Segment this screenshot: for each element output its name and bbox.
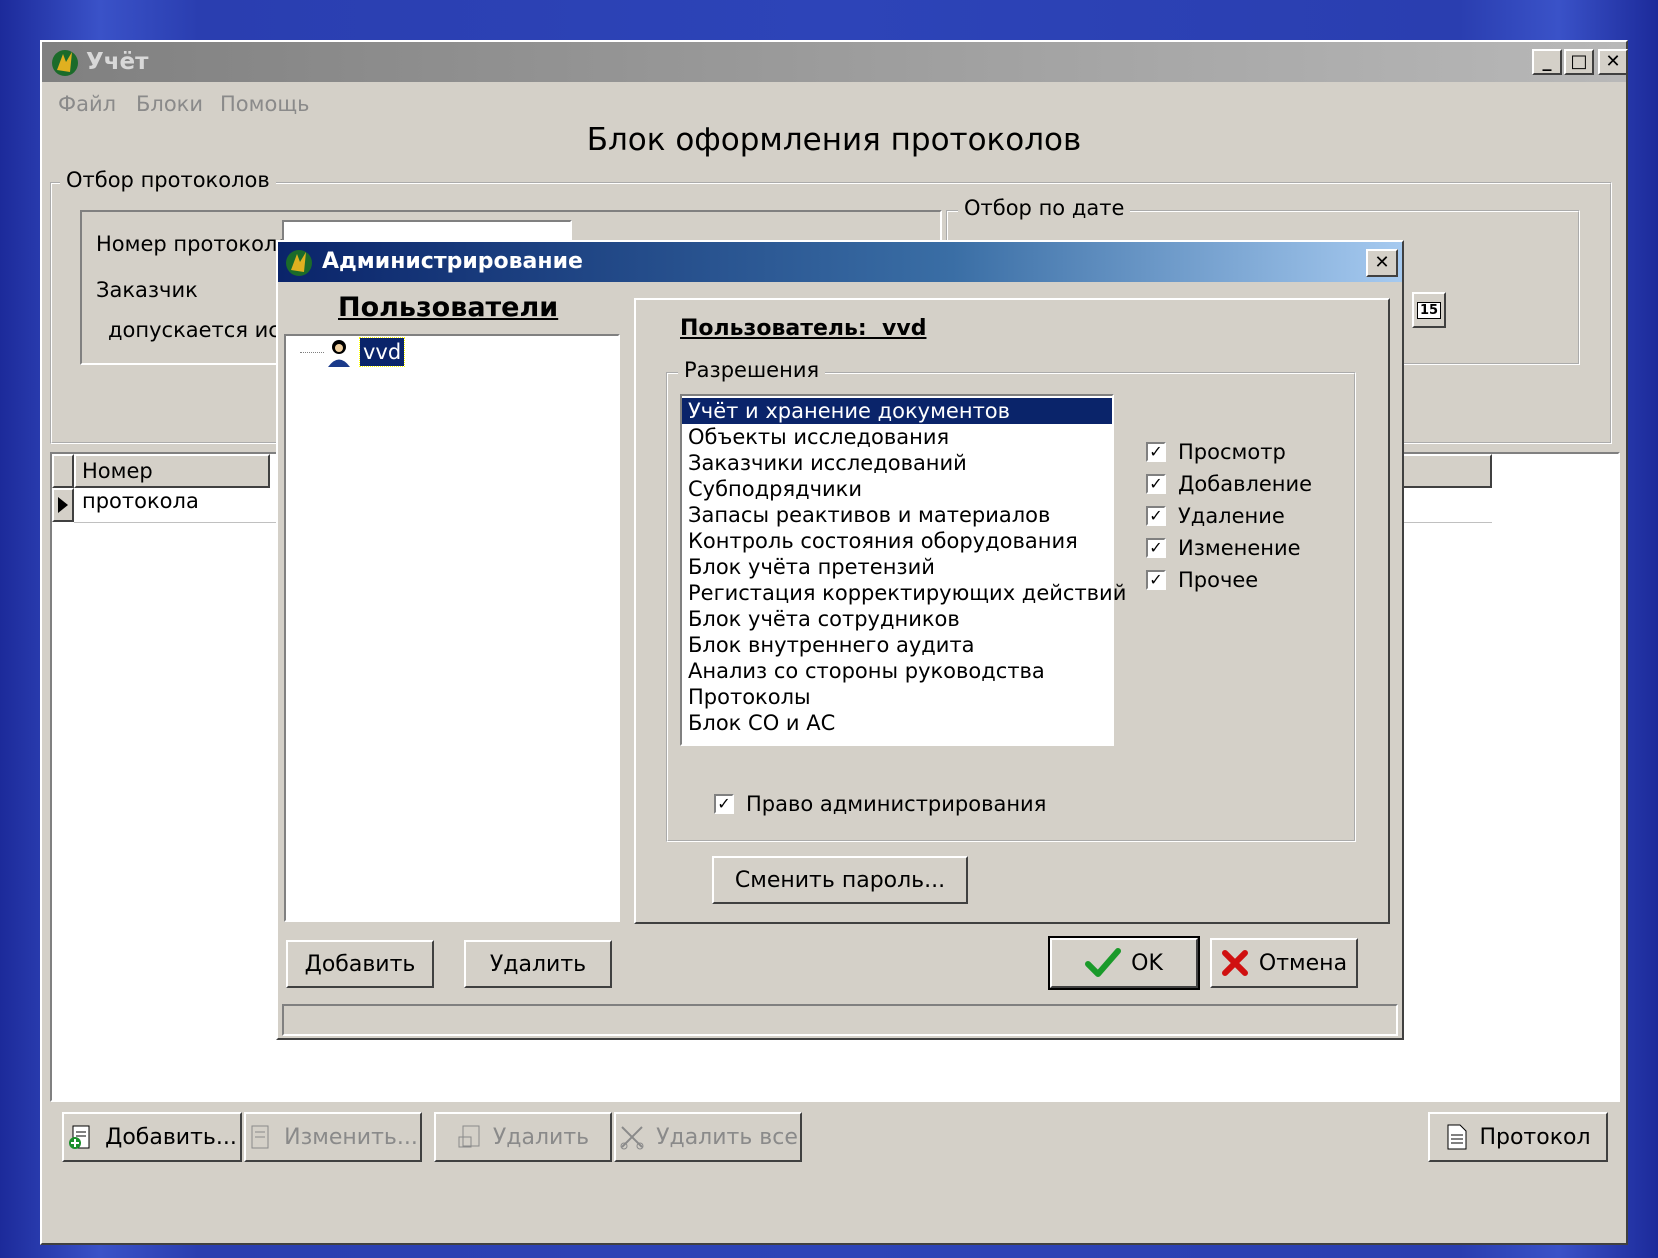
minimize-button[interactable]: _ bbox=[1532, 49, 1562, 75]
dialog-title-bar[interactable]: Администрирование ✕ bbox=[278, 242, 1402, 282]
admin-dialog: Администрирование ✕ Пользователи vvd Доб… bbox=[276, 240, 1404, 1040]
delete-protocol-label: Удалить bbox=[492, 1124, 590, 1150]
module-item[interactable]: Блок учёта сотрудников bbox=[682, 606, 1112, 632]
users-tree[interactable]: vvd bbox=[284, 334, 620, 922]
menu-file[interactable]: Файл bbox=[58, 92, 116, 116]
perm-view-checkbox[interactable]: ✓ Просмотр bbox=[1146, 440, 1286, 464]
user-detail-panel: Пользователь: vvd Разрешения Учёт и хран… bbox=[634, 298, 1390, 924]
tree-connector bbox=[300, 352, 324, 353]
add-document-icon bbox=[69, 1125, 90, 1149]
checkmark-icon bbox=[1085, 948, 1122, 977]
modules-list[interactable]: Учёт и хранение документов Объекты иссле… bbox=[680, 394, 1126, 746]
cancel-label: Отмена bbox=[1258, 950, 1348, 976]
perm-other-label: Прочее bbox=[1178, 568, 1259, 592]
delete-user-label: Удалить bbox=[489, 951, 587, 977]
main-title-bar[interactable]: Учёт _ □ ✕ bbox=[42, 42, 1628, 82]
module-item[interactable]: Регистация корректирующих действий bbox=[682, 580, 1126, 606]
app-logo-icon bbox=[52, 50, 78, 76]
delete-all-label: Удалить все bbox=[656, 1124, 798, 1150]
perm-delete-checkbox[interactable]: ✓ Удаление bbox=[1146, 504, 1285, 528]
label-customer: Заказчик bbox=[96, 278, 198, 302]
grid-header-protocol-number[interactable]: Номер протокола bbox=[74, 454, 270, 513]
checkmark-icon: ✓ bbox=[1146, 442, 1166, 462]
perm-delete-label: Удаление bbox=[1178, 504, 1285, 528]
perm-edit-label: Изменение bbox=[1178, 536, 1301, 560]
grid-corner bbox=[52, 454, 74, 488]
edit-protocol-button[interactable]: Изменить... bbox=[244, 1112, 422, 1162]
dialog-close-button[interactable]: ✕ bbox=[1366, 249, 1398, 277]
calendar-button[interactable]: 15 bbox=[1412, 292, 1446, 328]
delete-document-icon bbox=[458, 1125, 480, 1148]
checkmark-icon: ✓ bbox=[714, 794, 734, 814]
change-password-label: Сменить пароль... bbox=[734, 867, 946, 893]
module-item[interactable]: Учёт и хранение документов bbox=[682, 398, 1112, 424]
protocol-button[interactable]: Протокол bbox=[1428, 1112, 1608, 1162]
add-user-label: Добавить bbox=[304, 951, 416, 977]
change-password-button[interactable]: Сменить пароль... bbox=[712, 856, 968, 904]
user-item-vvd[interactable]: vvd bbox=[358, 337, 406, 367]
ok-label: OK bbox=[1131, 950, 1163, 976]
edit-protocol-label: Изменить... bbox=[284, 1124, 418, 1150]
perm-view-label: Просмотр bbox=[1178, 440, 1286, 464]
filter-group-legend: Отбор протоколов bbox=[60, 168, 276, 192]
calendar-icon: 15 bbox=[1416, 301, 1442, 319]
page-title: Блок оформления протоколов bbox=[586, 122, 1082, 158]
document-icon bbox=[1447, 1124, 1467, 1150]
perm-add-checkbox[interactable]: ✓ Добавление bbox=[1146, 472, 1312, 496]
perm-edit-checkbox[interactable]: ✓ Изменение bbox=[1146, 536, 1301, 560]
module-item[interactable]: Блок учёта претензий bbox=[682, 554, 1112, 580]
module-item[interactable]: Контроль состояния оборудования bbox=[682, 528, 1112, 554]
user-icon bbox=[328, 340, 350, 367]
admin-right-label: Право администрирования bbox=[746, 792, 1047, 816]
module-item[interactable]: Запасы реактивов и материалов bbox=[682, 502, 1112, 528]
users-heading: Пользователи bbox=[338, 292, 559, 323]
add-user-button[interactable]: Добавить bbox=[286, 940, 434, 988]
delete-all-button[interactable]: Удалить все bbox=[614, 1112, 802, 1162]
label-allowed: допускается исп bbox=[108, 318, 294, 342]
maximize-button[interactable]: □ bbox=[1564, 49, 1594, 75]
checkmark-icon: ✓ bbox=[1146, 474, 1166, 494]
perm-other-checkbox[interactable]: ✓ Прочее bbox=[1146, 568, 1258, 592]
module-item[interactable]: Блок СО и АС bbox=[682, 710, 1112, 736]
date-filter-legend: Отбор по дате bbox=[958, 196, 1131, 220]
add-protocol-button[interactable]: Добавить... bbox=[62, 1112, 242, 1162]
module-item[interactable]: Объекты исследования bbox=[682, 424, 1112, 450]
module-item[interactable]: Блок внутреннего аудита bbox=[682, 632, 1112, 658]
module-item[interactable]: Субподрядчики bbox=[682, 476, 1112, 502]
cancel-button[interactable]: Отмена bbox=[1210, 938, 1358, 988]
red-x-icon bbox=[1221, 950, 1248, 976]
permissions-legend: Разрешения bbox=[678, 358, 826, 382]
add-protocol-label: Добавить... bbox=[105, 1124, 237, 1150]
dialog-status-bar bbox=[282, 1004, 1398, 1036]
edit-document-icon bbox=[251, 1125, 269, 1149]
menu-help[interactable]: Помощь bbox=[220, 92, 310, 116]
checkmark-icon: ✓ bbox=[1146, 506, 1166, 526]
delete-protocol-button[interactable]: Удалить bbox=[434, 1112, 612, 1162]
protocol-button-label: Протокол bbox=[1479, 1124, 1591, 1150]
checkmark-icon: ✓ bbox=[1146, 538, 1166, 558]
grid-row-indicator bbox=[52, 488, 74, 522]
current-user-label: Пользователь: vvd bbox=[680, 316, 927, 341]
delete-user-button[interactable]: Удалить bbox=[464, 940, 612, 988]
perm-add-label: Добавление bbox=[1178, 472, 1313, 496]
ok-button[interactable]: OK bbox=[1048, 936, 1200, 990]
module-item[interactable]: Анализ со стороны руководства bbox=[682, 658, 1112, 684]
module-item[interactable]: Заказчики исследований bbox=[682, 450, 1112, 476]
module-item[interactable]: Протоколы bbox=[682, 684, 1112, 710]
scissors-icon bbox=[620, 1126, 644, 1150]
dialog-logo-icon bbox=[286, 250, 312, 276]
row-pointer-icon bbox=[58, 497, 68, 513]
main-window-title: Учёт bbox=[86, 49, 149, 75]
dialog-title: Администрирование bbox=[322, 249, 583, 274]
close-button[interactable]: ✕ bbox=[1598, 49, 1628, 75]
admin-right-checkbox[interactable]: ✓ Право администрирования bbox=[714, 792, 1046, 816]
menu-blocks[interactable]: Блоки bbox=[136, 92, 203, 116]
label-protocol-number: Номер протокола bbox=[96, 232, 291, 256]
checkmark-icon: ✓ bbox=[1146, 570, 1166, 590]
